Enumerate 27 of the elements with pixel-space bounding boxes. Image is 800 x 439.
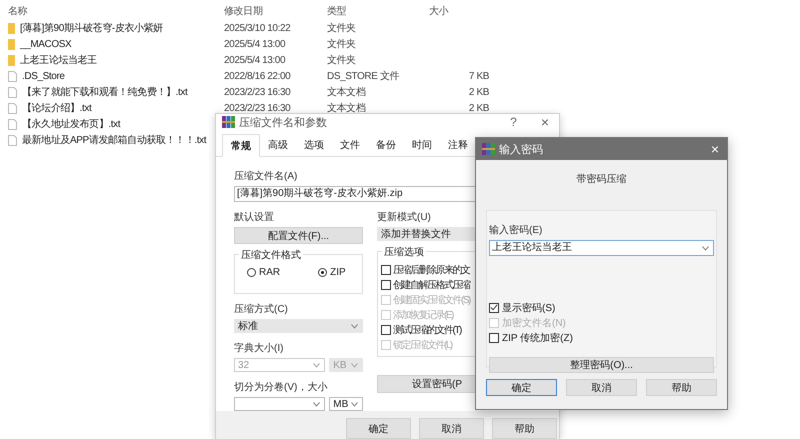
window-title: 压缩文件名和参数 xyxy=(239,116,327,130)
modified-date: 2025/3/10 10:22 xyxy=(224,22,292,34)
dialog-heading: 带密码压缩 xyxy=(576,172,628,186)
file-type: 文本文档 xyxy=(327,102,366,115)
modified-date: 2025/5/4 13:00 xyxy=(224,38,286,50)
field-label: 更新模式(U) xyxy=(377,210,432,224)
field-label: 压缩方式(C) xyxy=(234,302,289,316)
field-label: 压缩文件名(A) xyxy=(234,170,298,183)
file-size: 2 KB xyxy=(468,102,489,114)
field-label: 输入密码(E) xyxy=(489,224,544,237)
field-label: 切分为分卷(V)，大小 xyxy=(234,380,328,394)
modified-date: 2025/5/4 13:00 xyxy=(224,54,286,66)
file-size: 7 KB xyxy=(468,70,489,82)
file-type: DS_STORE 文件 xyxy=(327,70,400,83)
file-type: 文件夹 xyxy=(327,54,357,67)
file-type: 文件夹 xyxy=(327,22,357,35)
group-label: 压缩选项 xyxy=(382,245,426,259)
field-label: 默认设置 xyxy=(234,210,275,224)
file-type: 文件夹 xyxy=(327,38,357,51)
window-title: 输入密码 xyxy=(499,142,543,156)
file-size: 2 KB xyxy=(468,86,489,98)
field-label: 字典大小(I) xyxy=(234,342,284,355)
modified-date: 2023/2/23 16:30 xyxy=(224,86,292,98)
group-label: 压缩文件格式 xyxy=(239,248,303,262)
modified-date: 2022/8/16 22:00 xyxy=(224,70,292,82)
file-type: 文本文档 xyxy=(327,86,366,99)
modified-date: 2023/2/23 16:30 xyxy=(224,102,292,114)
